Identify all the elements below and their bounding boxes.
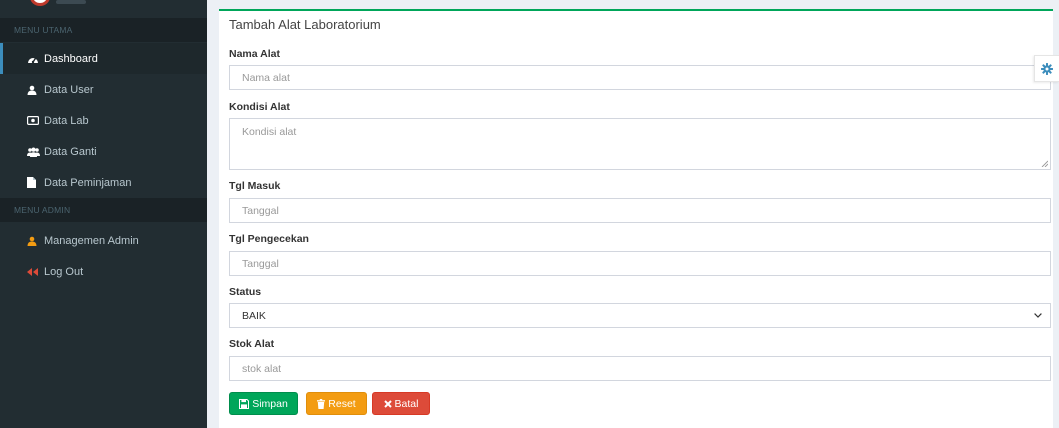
batal-button-label: Batal: [394, 397, 419, 410]
save-icon: [239, 398, 250, 409]
sidebar-item-label: Dashboard: [44, 52, 98, 65]
sidebar-item-managemen-admin[interactable]: Managemen Admin: [0, 225, 207, 256]
tgl-pengecekan-input[interactable]: Tanggal: [229, 251, 1051, 276]
sidebar-item-dashboard[interactable]: Dashboard: [0, 43, 207, 74]
sidebar-item-label: Data User: [44, 83, 94, 96]
user-icon: [27, 85, 43, 95]
lab-icon: [27, 116, 43, 125]
sidebar-item-label: Managemen Admin: [44, 234, 139, 247]
resize-grip-icon[interactable]: [1041, 160, 1048, 167]
stok-alat-label: Stok Alat: [229, 338, 275, 350]
chevron-down-icon: [1034, 313, 1042, 318]
kondisi-alat-label: Kondisi Alat: [229, 101, 290, 113]
logo-text-fragment: [56, 0, 86, 4]
simpan-button[interactable]: Simpan: [229, 392, 298, 415]
reset-button[interactable]: Reset: [306, 392, 367, 415]
users-icon: [27, 147, 43, 157]
status-select[interactable]: BAIK: [229, 303, 1051, 328]
nama-alat-input[interactable]: Nama alat: [229, 65, 1051, 90]
simpan-button-label: Simpan: [252, 397, 288, 410]
trash-icon: [317, 398, 326, 409]
status-select-value: BAIK: [242, 309, 266, 322]
admin-user-icon: [27, 236, 43, 246]
tgl-masuk-input[interactable]: Tanggal: [229, 198, 1051, 223]
logo: [30, 0, 50, 6]
stok-alat-input[interactable]: stok alat: [229, 356, 1051, 381]
kondisi-alat-placeholder: Kondisi alat: [242, 126, 297, 138]
reset-button-label: Reset: [328, 397, 356, 410]
sidebar-item-label: Log Out: [44, 265, 84, 278]
sidebar: MENU UTAMA Dashboard Data User Data Lab …: [0, 0, 207, 428]
sidebar-item-data-ganti[interactable]: Data Ganti: [0, 136, 207, 167]
tgl-pengecekan-label: Tgl Pengecekan: [229, 233, 309, 245]
status-label: Status: [229, 286, 262, 298]
sidebar-item-log-out[interactable]: Log Out: [0, 256, 207, 287]
sidebar-item-data-peminjaman[interactable]: Data Peminjaman: [0, 167, 207, 198]
close-icon: [383, 399, 392, 408]
form-box: Tambah Alat Laboratorium Nama Alat Nama …: [219, 9, 1053, 428]
form-title: Tambah Alat Laboratorium: [229, 17, 381, 32]
sidebar-item-label: Data Peminjaman: [44, 176, 132, 189]
batal-button[interactable]: Batal: [372, 392, 430, 415]
dashboard-icon: [27, 54, 43, 64]
gear-icon: [1041, 62, 1053, 75]
menu-header-admin: MENU ADMIN: [0, 198, 207, 222]
sidebar-item-data-user[interactable]: Data User: [0, 74, 207, 105]
settings-toggle[interactable]: [1034, 55, 1059, 82]
tgl-masuk-label: Tgl Masuk: [229, 180, 281, 192]
kondisi-alat-textarea[interactable]: Kondisi alat: [229, 118, 1051, 170]
file-icon: [27, 177, 43, 188]
sidebar-item-label: Data Lab: [44, 114, 89, 127]
nama-alat-label: Nama Alat: [229, 48, 280, 60]
backward-icon: [27, 267, 43, 276]
menu-header-utama: MENU UTAMA: [0, 18, 207, 42]
sidebar-item-data-lab[interactable]: Data Lab: [0, 105, 207, 136]
sidebar-item-label: Data Ganti: [44, 145, 97, 158]
